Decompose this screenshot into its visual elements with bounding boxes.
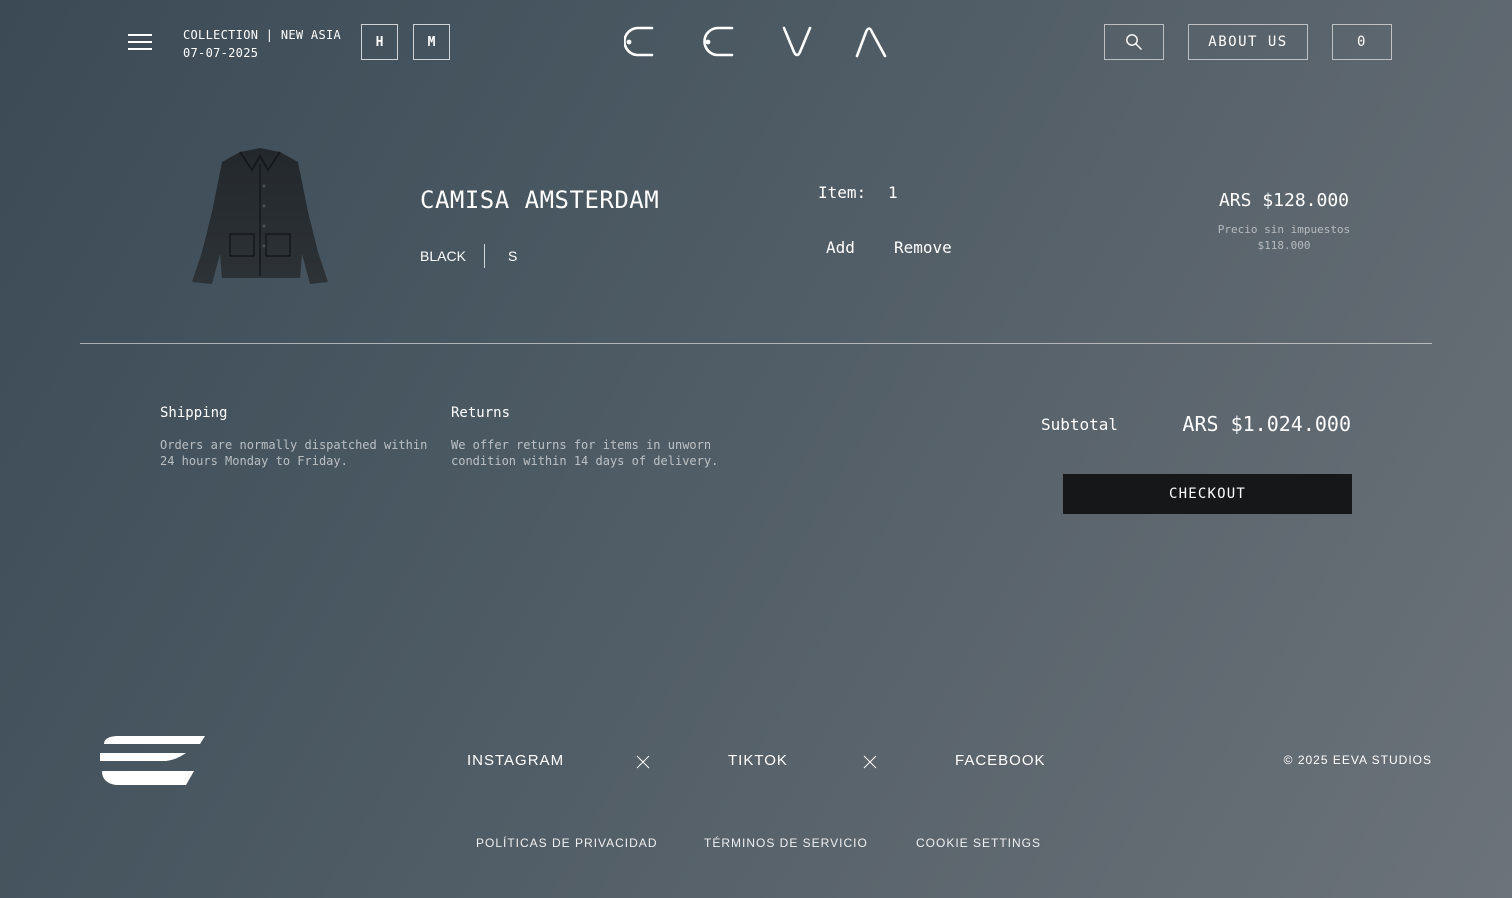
product-name[interactable]: CAMISA AMSTERDAM	[420, 186, 659, 214]
shipping-text: Orders are normally dispatched within 24…	[160, 438, 428, 468]
cookie-settings-link[interactable]: COOKIE SETTINGS	[916, 836, 1041, 850]
product-image[interactable]	[178, 142, 342, 292]
price-without-tax: Precio sin impuestos $118.000	[1184, 222, 1384, 254]
tiktok-link[interactable]: TIKTOK	[728, 752, 788, 769]
variant-divider	[484, 244, 485, 268]
cross-separator-icon	[863, 755, 877, 769]
quantity-label: Item:	[818, 183, 867, 202]
toggle-h-button[interactable]: H	[361, 24, 398, 60]
section-divider	[80, 343, 1432, 344]
search-icon	[1126, 34, 1142, 50]
menu-icon[interactable]	[128, 34, 152, 50]
remove-button[interactable]: Remove	[894, 238, 952, 257]
privacy-policy-link[interactable]: POLÍTICAS DE PRIVACIDAD	[476, 836, 657, 850]
shipping-title: Shipping	[160, 405, 228, 421]
product-color: BLACK	[420, 248, 466, 264]
facebook-link[interactable]: FACEBOOK	[955, 752, 1046, 769]
terms-of-service-link[interactable]: TÉRMINOS DE SERVICIO	[704, 836, 868, 850]
checkout-button[interactable]: CHECKOUT	[1063, 474, 1352, 514]
copyright-text: © 2025 EEVA STUDIOS	[1283, 753, 1432, 767]
instagram-link[interactable]: INSTAGRAM	[467, 752, 564, 769]
price-without-tax-label: Precio sin impuestos	[1217, 223, 1351, 236]
cross-separator-icon	[636, 755, 650, 769]
brand-logo[interactable]	[624, 24, 890, 60]
collection-date: 07-07-2025	[183, 46, 259, 60]
toggle-m-button[interactable]: M	[413, 24, 450, 60]
returns-title: Returns	[451, 405, 511, 421]
subtotal-value: ARS $1.024.000	[1182, 412, 1351, 436]
about-us-button[interactable]: ABOUT US	[1188, 24, 1308, 60]
quantity-value: 1	[888, 183, 898, 202]
collection-info: COLLECTION | NEW ASIA 07-07-2025	[183, 26, 341, 62]
returns-text: We offer returns for items in unworn con…	[451, 438, 719, 468]
collection-label: COLLECTION | NEW ASIA	[183, 28, 342, 42]
product-size: S	[508, 248, 518, 264]
cart-count-button[interactable]: 0	[1332, 24, 1392, 60]
search-button[interactable]	[1104, 24, 1164, 60]
subtotal-label: Subtotal	[1041, 415, 1119, 434]
price-without-tax-value: $118.000	[1257, 239, 1311, 252]
add-button[interactable]: Add	[826, 238, 855, 257]
item-price: ARS $128.000	[1218, 190, 1350, 211]
footer-logo[interactable]	[96, 733, 208, 789]
